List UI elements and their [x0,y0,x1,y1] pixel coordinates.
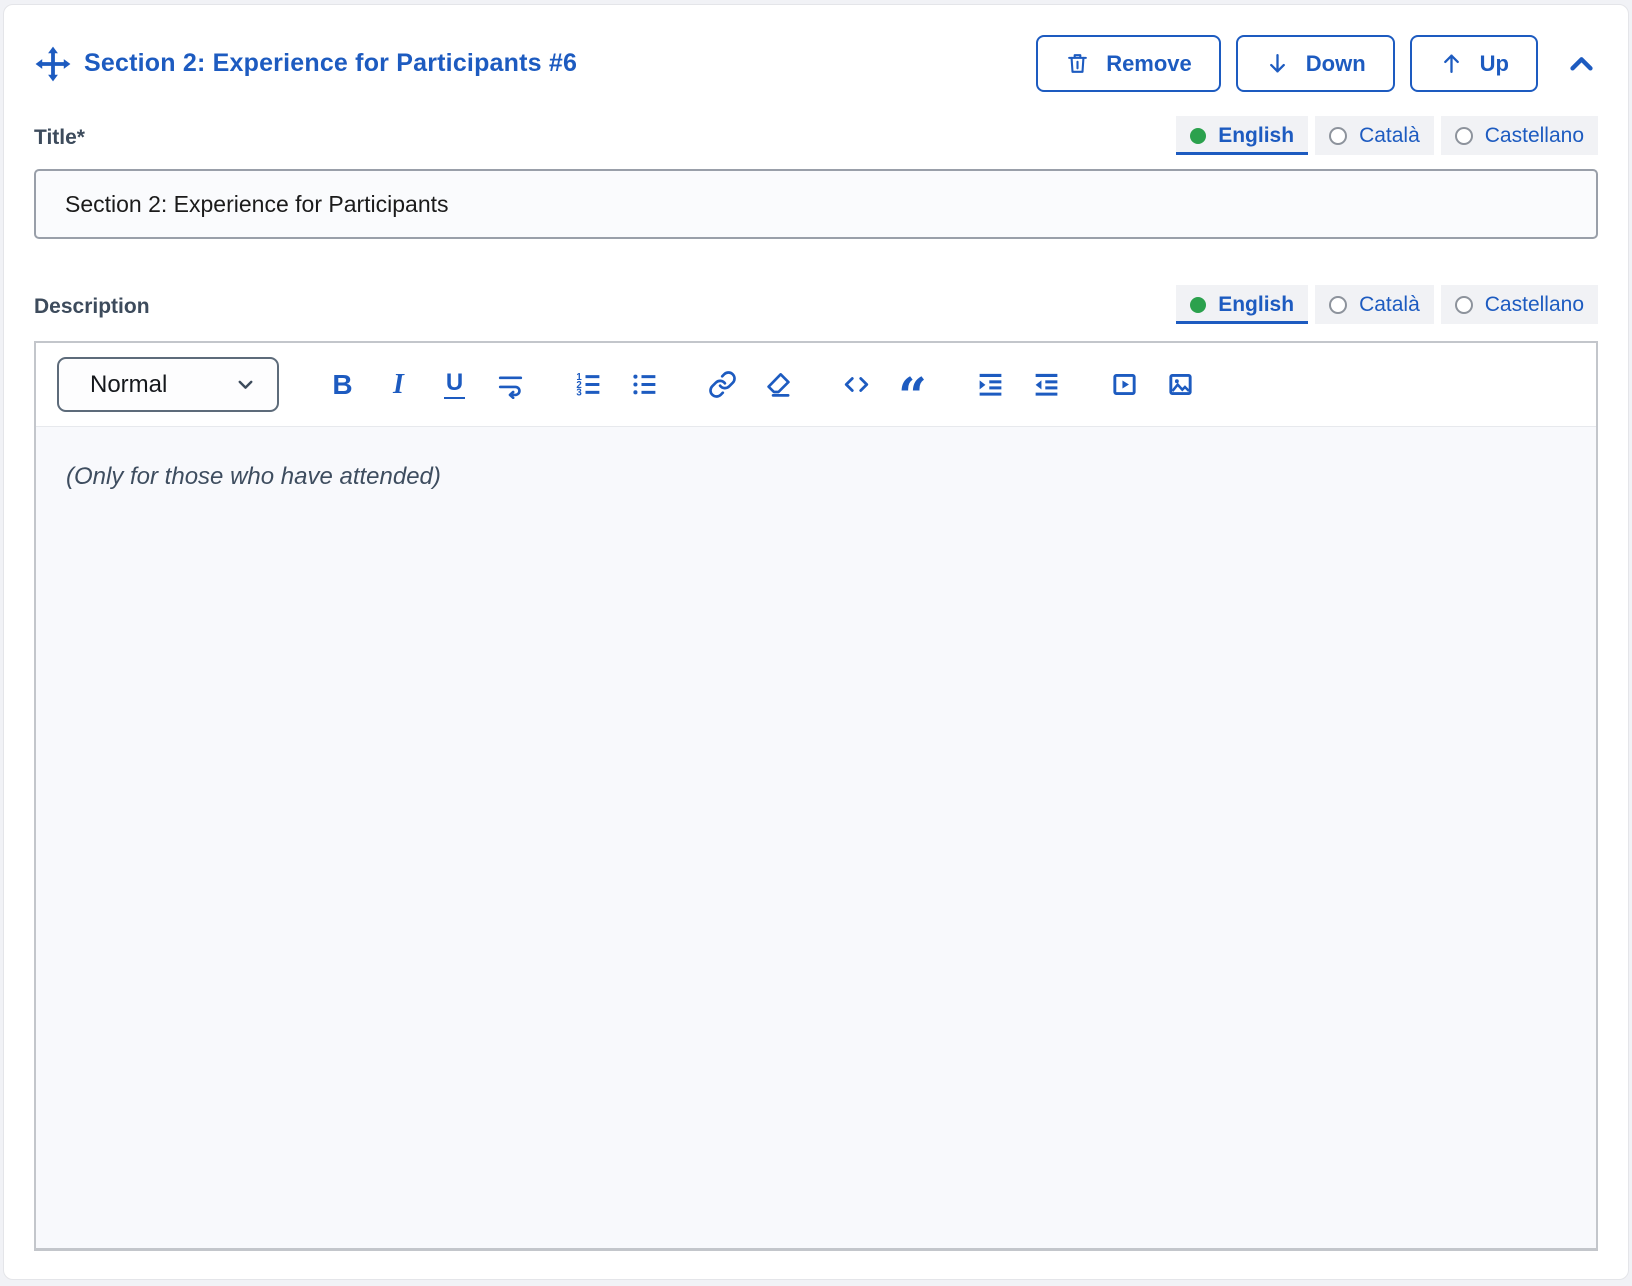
language-label: Català [1359,293,1420,317]
language-tab-english[interactable]: English [1176,116,1308,155]
radio-unselected-icon [1329,296,1347,314]
description-field-row: Description English Català Castellano [34,285,1598,324]
toolbar-group-link [708,370,793,399]
section-header: Section 2: Experience for Participants #… [34,35,1598,92]
format-value: Normal [90,371,167,399]
language-label: Castellano [1485,293,1584,317]
remove-label: Remove [1106,51,1192,77]
rich-text-editor: Normal B I U [34,341,1598,1251]
ordered-list-icon[interactable]: 1 2 3 [574,370,603,399]
image-icon[interactable] [1166,370,1195,399]
title-input[interactable] [34,169,1598,239]
language-tab-castellano[interactable]: Castellano [1441,116,1598,155]
language-label: Castellano [1485,124,1584,148]
language-tab-catala[interactable]: Català [1315,116,1434,155]
link-icon[interactable] [708,370,737,399]
radio-unselected-icon [1329,127,1347,145]
bullet-list-icon[interactable] [630,370,659,399]
toolbar-group-lists: 1 2 3 [574,370,659,399]
radio-unselected-icon [1455,127,1473,145]
section-title: Section 2: Experience for Participants #… [84,49,577,78]
page: Section 2: Experience for Participants #… [0,0,1632,1286]
language-label: English [1218,293,1294,317]
text-wrap-icon[interactable] [496,370,525,399]
erase-format-icon[interactable] [764,370,793,399]
editor-toolbar: Normal B I U [36,343,1596,426]
chevron-up-icon [1565,47,1598,80]
code-icon[interactable] [842,370,871,399]
toolbar-group-media [1110,370,1195,399]
header-actions: Remove Down Up [1036,35,1598,92]
down-label: Down [1306,51,1366,77]
toolbar-group-text-style: B I U [328,370,525,399]
indent-increase-icon[interactable] [976,370,1005,399]
remove-button[interactable]: Remove [1036,35,1221,92]
toolbar-group-indent [976,370,1061,399]
language-tab-catala[interactable]: Català [1315,285,1434,324]
blockquote-icon[interactable]: “ [898,370,927,399]
svg-text:3: 3 [576,388,582,399]
indent-decrease-icon[interactable] [1032,370,1061,399]
radio-selected-icon [1190,128,1206,144]
up-label: Up [1480,51,1509,77]
move-up-button[interactable]: Up [1410,35,1538,92]
collapse-section-button[interactable] [1565,47,1598,80]
italic-icon[interactable]: I [384,370,413,399]
video-icon[interactable] [1110,370,1139,399]
section-card: Section 2: Experience for Participants #… [3,4,1629,1280]
language-label: English [1218,124,1294,148]
title-label: Title* [34,126,85,155]
title-language-tabs: English Català Castellano [1176,116,1598,155]
language-tab-castellano[interactable]: Castellano [1441,285,1598,324]
underline-icon[interactable]: U [440,370,469,399]
chevron-down-icon [233,372,258,397]
language-label: Català [1359,124,1420,148]
radio-unselected-icon [1455,296,1473,314]
arrow-up-icon [1439,51,1464,76]
move-down-button[interactable]: Down [1236,35,1395,92]
radio-selected-icon [1190,297,1206,313]
description-language-tabs: English Català Castellano [1176,285,1598,324]
description-label: Description [34,295,150,324]
toolbar-group-blocks: “ [842,370,927,399]
trash-icon [1065,51,1090,76]
bold-icon[interactable]: B [328,370,357,399]
arrow-down-icon [1265,51,1290,76]
editor-content-area[interactable]: (Only for those who have attended) [36,426,1596,1248]
language-tab-english[interactable]: English [1176,285,1308,324]
paragraph-format-select[interactable]: Normal [57,357,279,412]
title-field-row: Title* English Català Castellano [34,116,1598,155]
drag-move-icon[interactable] [34,45,72,83]
editor-text: (Only for those who have attended) [66,463,1566,491]
